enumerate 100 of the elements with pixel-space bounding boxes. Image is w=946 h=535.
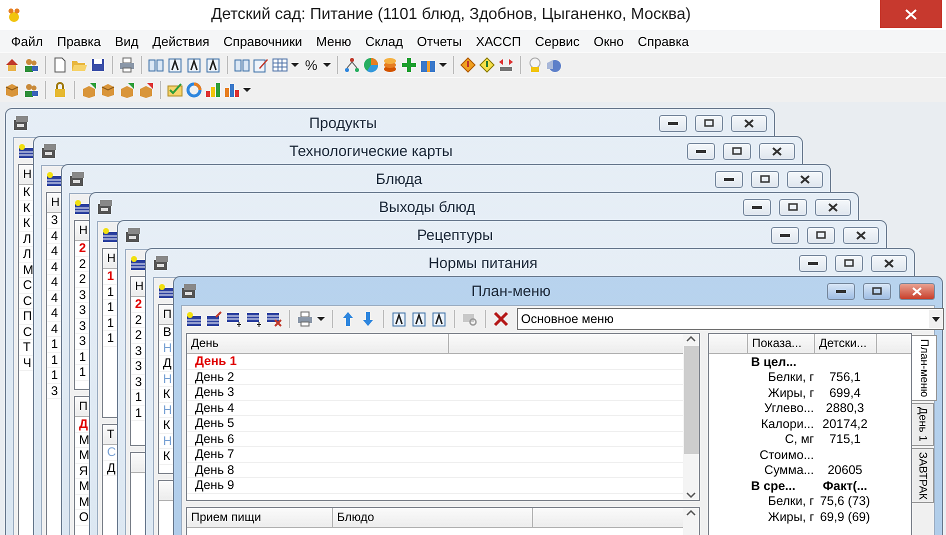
- column-header[interactable]: Детски...: [815, 334, 877, 353]
- window-icon[interactable]: [69, 171, 85, 187]
- box-arrow-icon[interactable]: [138, 82, 154, 98]
- minimize-button[interactable]: [743, 198, 771, 216]
- day-row[interactable]: День 9: [187, 478, 234, 492]
- column-header[interactable]: П: [163, 307, 172, 321]
- check-icon[interactable]: [167, 82, 183, 98]
- minimize-button[interactable]: [715, 170, 743, 188]
- add-row-icon[interactable]: [226, 311, 242, 327]
- printer-icon[interactable]: [119, 57, 135, 73]
- box-icon[interactable]: [4, 82, 20, 98]
- book-icon[interactable]: [234, 57, 250, 73]
- column-header[interactable]: Показа...: [748, 334, 815, 353]
- scroll-up-icon[interactable]: [686, 334, 696, 344]
- column-header[interactable]: П: [79, 399, 88, 413]
- window-icon[interactable]: [97, 199, 113, 215]
- window-icon[interactable]: [153, 255, 169, 271]
- minimize-button[interactable]: [687, 142, 715, 160]
- menu-item[interactable]: Вид: [108, 34, 146, 48]
- add-record-icon[interactable]: [102, 227, 118, 243]
- lock-icon[interactable]: [52, 82, 68, 98]
- box-arrow-icon[interactable]: [81, 82, 97, 98]
- scrollbar[interactable]: [683, 334, 699, 500]
- window-icon[interactable]: [181, 283, 197, 299]
- bar-chart-icon[interactable]: [205, 82, 221, 98]
- column-header[interactable]: Блюдо: [333, 508, 533, 527]
- save-icon[interactable]: [90, 57, 106, 73]
- bar-chart-icon[interactable]: [224, 82, 240, 98]
- day-row[interactable]: День 5: [187, 416, 234, 430]
- scroll-up-icon[interactable]: [686, 508, 696, 518]
- menu-item[interactable]: Справка: [630, 34, 696, 48]
- close-button[interactable]: [759, 142, 795, 160]
- coins-icon[interactable]: [382, 57, 398, 73]
- menu-item[interactable]: Меню: [309, 34, 358, 48]
- minimize-button[interactable]: [659, 114, 687, 132]
- menu-item[interactable]: Действия: [145, 34, 216, 48]
- day-row[interactable]: День 7: [187, 447, 234, 462]
- column-header[interactable]: Н: [135, 279, 144, 293]
- arrow-down-icon[interactable]: [360, 311, 376, 327]
- book-icon[interactable]: [148, 57, 164, 73]
- menu-item[interactable]: Сервис: [528, 34, 587, 48]
- minimize-button[interactable]: [771, 226, 799, 244]
- scroll-down-icon[interactable]: [686, 490, 696, 500]
- letter-document-icon[interactable]: [186, 57, 202, 73]
- warning-icon[interactable]: [460, 57, 476, 73]
- letter-document-icon[interactable]: [411, 311, 427, 327]
- letter-document-icon[interactable]: [205, 57, 221, 73]
- maximize-button[interactable]: [695, 114, 723, 132]
- caret-icon[interactable]: [243, 87, 251, 93]
- letter-document-icon[interactable]: [431, 311, 447, 327]
- close-button[interactable]: [787, 170, 823, 188]
- warning-icon[interactable]: [479, 57, 496, 73]
- add-record-icon[interactable]: [158, 283, 174, 299]
- menu-select[interactable]: Основное меню: [517, 308, 944, 330]
- delete-icon[interactable]: [493, 311, 509, 327]
- caret-icon[interactable]: [323, 62, 332, 68]
- letter-document-icon[interactable]: [167, 57, 183, 73]
- day-row[interactable]: День 2: [187, 370, 234, 384]
- close-button[interactable]: [843, 226, 879, 244]
- side-tab[interactable]: День 1: [912, 403, 934, 446]
- pie-chart-icon[interactable]: [363, 57, 380, 73]
- window-icon[interactable]: [125, 227, 141, 243]
- menu-item[interactable]: Правка: [50, 34, 108, 48]
- plus-icon[interactable]: [401, 57, 418, 73]
- menu-item[interactable]: Склад: [358, 34, 410, 48]
- close-button[interactable]: [871, 254, 907, 272]
- printer-icon[interactable]: [297, 311, 313, 327]
- window-icon[interactable]: [13, 115, 29, 131]
- people-icon[interactable]: [23, 82, 39, 98]
- maximize-button[interactable]: [863, 282, 891, 300]
- caret-icon[interactable]: [317, 316, 325, 322]
- add-record-icon[interactable]: [130, 255, 146, 271]
- day-row[interactable]: День 1: [187, 354, 237, 368]
- add-record-icon[interactable]: [74, 199, 90, 215]
- maximize-button[interactable]: [779, 198, 807, 216]
- minimize-button[interactable]: [799, 254, 827, 272]
- letter-document-icon[interactable]: [391, 311, 407, 327]
- close-button[interactable]: [731, 114, 767, 132]
- table-icon[interactable]: [272, 57, 288, 73]
- people-icon[interactable]: [23, 57, 39, 73]
- caret-icon[interactable]: [291, 62, 299, 68]
- column-header[interactable]: Прием пищи: [187, 508, 333, 527]
- home-icon[interactable]: [4, 57, 20, 73]
- maximize-button[interactable]: [751, 170, 779, 188]
- menu-item[interactable]: ХАССП: [468, 34, 528, 48]
- delete-record-icon[interactable]: [266, 311, 282, 327]
- maximize-button[interactable]: [835, 254, 863, 272]
- menu-item[interactable]: Отчеты: [410, 34, 469, 48]
- box-icon[interactable]: [100, 82, 116, 98]
- day-row[interactable]: День 8: [187, 462, 234, 477]
- column-header[interactable]: Н: [107, 251, 116, 265]
- menu-item[interactable]: Файл: [4, 34, 50, 48]
- box-arrow-icon[interactable]: [119, 82, 135, 98]
- edit-icon[interactable]: [253, 57, 269, 73]
- maximize-button[interactable]: [723, 142, 751, 160]
- close-button[interactable]: [815, 198, 851, 216]
- hierarchy-icon[interactable]: [344, 57, 360, 73]
- add-rows-icon[interactable]: [246, 311, 262, 327]
- dropdown-button[interactable]: [929, 310, 943, 328]
- add-record-icon[interactable]: [18, 143, 34, 159]
